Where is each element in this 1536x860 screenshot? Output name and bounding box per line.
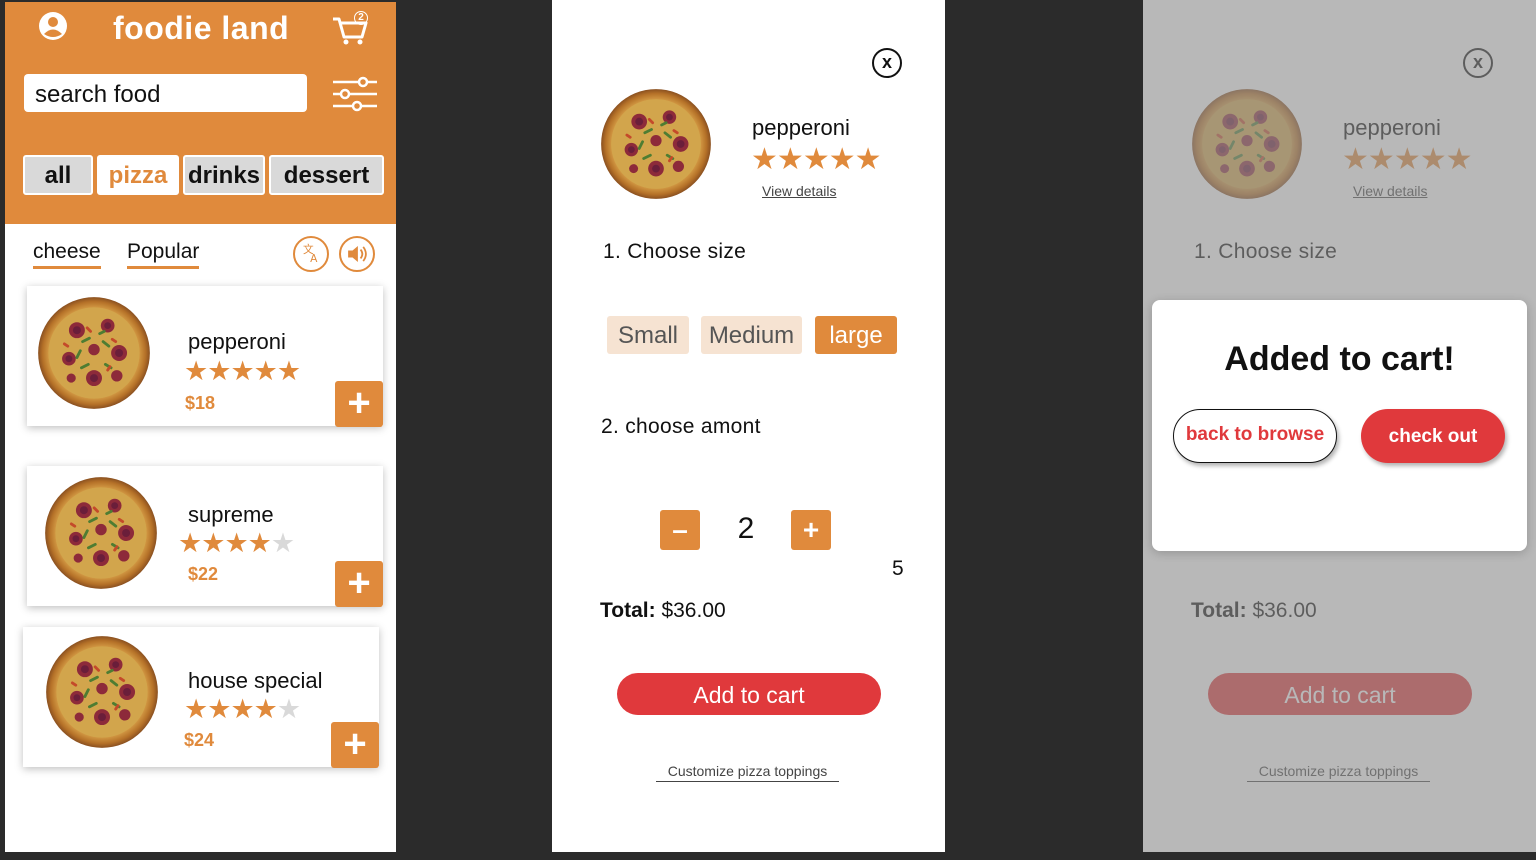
quantity-value: 2 <box>737 512 755 545</box>
star-filled-icon: ★ <box>230 694 254 724</box>
subtab-popular[interactable]: Popular <box>127 240 200 269</box>
browse-screen: foodie land 2 search food all pizza drin… <box>5 2 396 852</box>
star-filled-icon: ★ <box>276 356 301 386</box>
food-price: $24 <box>184 730 215 750</box>
increase-quantity-button[interactable]: + <box>791 510 831 550</box>
added-to-cart-screen: x pepperoni ★★★★★ View details 1. Choose… <box>1143 0 1536 852</box>
check-out-button[interactable]: check out <box>1361 409 1505 463</box>
profile-icon[interactable] <box>38 11 68 41</box>
svg-text:A: A <box>310 252 318 265</box>
star-filled-icon: ★ <box>184 356 208 386</box>
view-details-link[interactable]: View details <box>762 183 836 199</box>
add-button[interactable]: + <box>331 722 379 768</box>
star-filled-icon: ★ <box>184 694 208 724</box>
star-filled-icon: ★ <box>207 356 231 386</box>
added-to-cart-dialog: Added to cart! back to browse check out <box>1152 300 1527 551</box>
filter-sliders-icon[interactable] <box>331 76 379 112</box>
food-name: pepperoni <box>752 115 850 140</box>
decrease-quantity-button[interactable]: – <box>660 510 700 550</box>
cart-count-badge: 2 <box>354 11 368 25</box>
food-card-supreme[interactable]: supreme ★★★★★ $22 + <box>27 466 383 607</box>
speaker-icon[interactable] <box>339 236 375 272</box>
pizza-image <box>37 296 151 410</box>
size-large-button[interactable]: large <box>815 316 897 354</box>
app-title: foodie land <box>113 10 290 46</box>
category-all[interactable]: all <box>23 155 93 195</box>
star-filled-icon: ★ <box>207 694 231 724</box>
pizza-image <box>45 635 159 749</box>
total-label: Total: <box>600 599 656 622</box>
subtab-cheese[interactable]: cheese <box>33 240 101 269</box>
star-filled-icon: ★ <box>230 356 254 386</box>
add-button[interactable]: + <box>335 381 383 427</box>
total-line: Total: $36.00 <box>600 599 726 623</box>
category-drinks[interactable]: drinks <box>183 155 265 195</box>
close-button[interactable]: x <box>872 48 902 78</box>
star-filled-icon: ★ <box>224 528 248 558</box>
star-filled-icon: ★ <box>751 143 778 176</box>
add-button[interactable]: + <box>335 561 383 607</box>
rating-stars: ★★★★★ <box>184 356 301 386</box>
food-price: $18 <box>185 393 216 413</box>
star-filled-icon: ★ <box>828 143 856 176</box>
rating-stars: ★★★★★ <box>184 694 301 724</box>
browse-header: foodie land 2 search food all pizza drin… <box>5 2 396 224</box>
food-card-pepperoni[interactable]: pepperoni ★★★★★ $18 + <box>27 286 383 427</box>
star-filled-icon: ★ <box>201 528 225 558</box>
translate-icon[interactable]: 文 A <box>293 236 329 272</box>
size-medium-button[interactable]: Medium <box>701 316 802 354</box>
add-to-cart-button[interactable]: Add to cart <box>617 673 881 715</box>
step-choose-amount: 2. choose amont <box>601 415 761 438</box>
pizza-image <box>44 476 158 590</box>
quantity-note: 5 <box>892 557 904 580</box>
star-filled-icon: ★ <box>253 356 278 386</box>
search-input[interactable]: search food <box>24 74 307 112</box>
star-filled-icon: ★ <box>178 528 202 558</box>
star-filled-icon: ★ <box>253 694 278 724</box>
star-filled-icon: ★ <box>802 143 830 176</box>
customize-toppings-link[interactable]: Customize pizza toppings <box>656 763 839 782</box>
detail-screen: x pepperoni ★★★★★ View details 1. Choose… <box>552 0 945 852</box>
category-pizza[interactable]: pizza <box>97 155 179 195</box>
food-name: house special <box>188 668 323 693</box>
food-card-house-special[interactable]: house special ★★★★★ $24 + <box>23 627 379 768</box>
dialog-title: Added to cart! <box>1224 340 1455 378</box>
star-filled-icon: ★ <box>776 143 804 176</box>
rating-stars: ★★★★★ <box>751 143 882 176</box>
total-value: $36.00 <box>661 599 726 622</box>
star-empty-icon: ★ <box>270 528 295 558</box>
star-filled-icon: ★ <box>854 143 882 176</box>
rating-stars: ★★★★★ <box>178 528 295 558</box>
category-dessert[interactable]: dessert <box>269 155 384 195</box>
star-filled-icon: ★ <box>247 528 272 558</box>
back-to-browse-button[interactable]: back to browse <box>1173 409 1337 463</box>
food-name: supreme <box>188 502 274 527</box>
food-price: $22 <box>188 564 219 584</box>
star-empty-icon: ★ <box>276 694 301 724</box>
food-name: pepperoni <box>188 329 286 354</box>
pizza-image <box>599 88 713 200</box>
size-small-button[interactable]: Small <box>607 316 689 354</box>
step-choose-size: 1. Choose size <box>603 240 747 263</box>
